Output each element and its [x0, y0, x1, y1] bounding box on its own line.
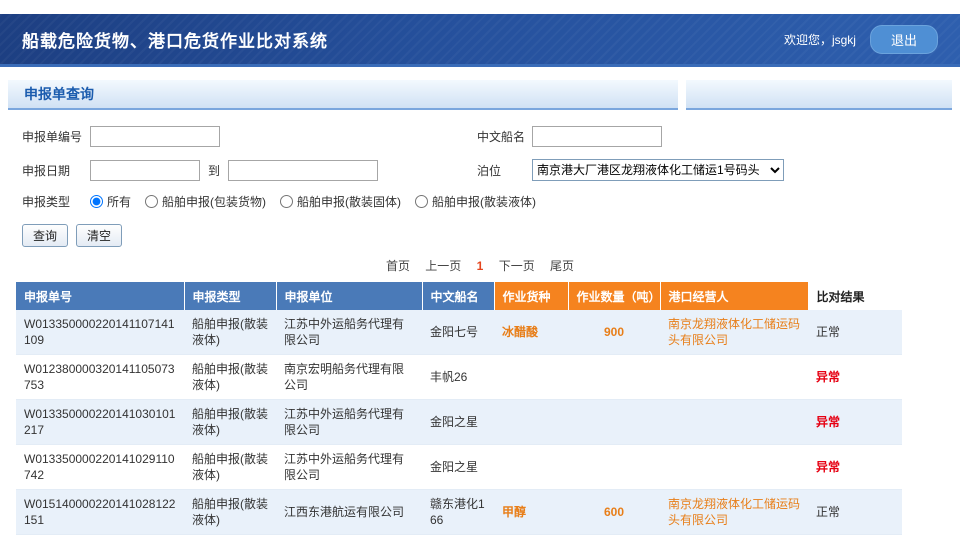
col-cargo-type: 作业货种 — [494, 282, 568, 310]
cell-declare-unit: 江苏中外运船务代理有限公司 — [276, 310, 422, 355]
date-to-label: 到 — [208, 162, 220, 179]
cell-cargo-type — [494, 355, 568, 400]
table-row[interactable]: W012380000320141105073753 船舶申报(散装液体) 南京宏… — [16, 355, 902, 400]
cell-cargo-type: 冰醋酸 — [494, 310, 568, 355]
cell-declare-unit: 南京宏明船务代理有限公司 — [276, 355, 422, 400]
page-last[interactable]: 尾页 — [550, 259, 574, 273]
cell-compare-result: 异常 — [808, 355, 902, 400]
cell-declaration-no: W015140000220141028122151 — [16, 490, 184, 535]
cell-declare-unit: 江苏中外运船务代理有限公司 — [276, 445, 422, 490]
declare-type-radio-group: 所有 船舶申报(包装货物) 船舶申报(散装固体) 船舶申报(散装液体) — [90, 193, 536, 210]
radio-type-bulk-liquid-input[interactable] — [415, 195, 428, 208]
col-ship-name: 中文船名 — [422, 282, 494, 310]
col-declare-unit: 申报单位 — [276, 282, 422, 310]
search-button[interactable]: 查询 — [22, 224, 68, 247]
cell-ship-name: 丰帆26 — [422, 355, 494, 400]
table-row[interactable]: W013350000220141107141109 船舶申报(散装液体) 江苏中… — [16, 310, 902, 355]
cell-declare-unit: 江西东港航运有限公司 — [276, 490, 422, 535]
radio-type-bulk-liquid-label: 船舶申报(散装液体) — [432, 193, 536, 210]
radio-type-bulk-solid-input[interactable] — [280, 195, 293, 208]
col-declaration-no: 申报单号 — [16, 282, 184, 310]
cell-declare-type: 船舶申报(散装液体) — [184, 490, 276, 535]
cell-declare-type: 船舶申报(散装液体) — [184, 355, 276, 400]
query-form: 申报单编号 中文船名 申报日期 到 泊位 南京港大厂港区龙翔液体化工储运1号码头… — [0, 110, 960, 247]
clear-button[interactable]: 清空 — [76, 224, 122, 247]
cell-port-operator — [660, 355, 808, 400]
pagination-top: 首页 上一页 1 下一页 尾页 — [0, 257, 960, 274]
radio-type-all-input[interactable] — [90, 195, 103, 208]
declaration-no-label: 申报单编号 — [22, 128, 90, 145]
cell-quantity — [568, 355, 660, 400]
cell-cargo-type — [494, 445, 568, 490]
radio-type-bulk-solid[interactable]: 船舶申报(散装固体) — [280, 193, 401, 210]
section-band-left: 申报单查询 — [8, 80, 678, 110]
ship-name-label: 中文船名 — [477, 128, 532, 145]
col-port-operator: 港口经营人 — [660, 282, 808, 310]
radio-type-packaged-label: 船舶申报(包装货物) — [162, 193, 266, 210]
cell-compare-result: 正常 — [808, 310, 902, 355]
declare-type-label: 申报类型 — [22, 193, 90, 210]
cell-declare-type: 船舶申报(散装液体) — [184, 310, 276, 355]
cell-declaration-no: W013350000220141029110742 — [16, 445, 184, 490]
page-title: 申报单查询 — [24, 84, 94, 104]
cell-ship-name: 金阳七号 — [422, 310, 494, 355]
radio-type-packaged[interactable]: 船舶申报(包装货物) — [145, 193, 266, 210]
col-compare-result: 比对结果 — [808, 282, 902, 310]
table-row[interactable]: W015140000220141028122151 船舶申报(散装液体) 江西东… — [16, 490, 902, 535]
cell-port-operator — [660, 445, 808, 490]
cell-cargo-type — [494, 400, 568, 445]
cell-cargo-type: 甲醇 — [494, 490, 568, 535]
cell-ship-name: 赣东港化166 — [422, 490, 494, 535]
section-band-right — [686, 80, 952, 110]
radio-type-all[interactable]: 所有 — [90, 193, 131, 210]
app-header: 船载危险货物、港口危货作业比对系统 欢迎您，jsgkj 退出 — [0, 14, 960, 64]
cell-declare-type: 船舶申报(散装液体) — [184, 400, 276, 445]
radio-type-all-label: 所有 — [107, 193, 131, 210]
cell-quantity — [568, 400, 660, 445]
date-to-input[interactable] — [228, 160, 378, 181]
header-divider — [0, 64, 960, 67]
col-quantity: 作业数量（吨） — [568, 282, 660, 310]
welcome-text: 欢迎您，jsgkj — [784, 31, 856, 48]
radio-type-packaged-input[interactable] — [145, 195, 158, 208]
radio-type-bulk-solid-label: 船舶申报(散装固体) — [297, 193, 401, 210]
table-row[interactable]: W013350000220141030101217 船舶申报(散装液体) 江苏中… — [16, 400, 902, 445]
declaration-no-input[interactable] — [90, 126, 220, 147]
cell-declare-unit: 江苏中外运船务代理有限公司 — [276, 400, 422, 445]
cell-declaration-no: W013350000220141030101217 — [16, 400, 184, 445]
app-title: 船载危险货物、港口危货作业比对系统 — [22, 27, 328, 52]
cell-declaration-no: W013350000220141107141109 — [16, 310, 184, 355]
logout-button[interactable]: 退出 — [870, 25, 938, 54]
cell-compare-result: 异常 — [808, 445, 902, 490]
page-first[interactable]: 首页 — [386, 259, 410, 273]
cell-quantity: 900 — [568, 310, 660, 355]
page-next[interactable]: 下一页 — [499, 259, 535, 273]
col-declare-type: 申报类型 — [184, 282, 276, 310]
cell-ship-name: 金阳之星 — [422, 400, 494, 445]
cell-quantity — [568, 445, 660, 490]
cell-ship-name: 金阳之星 — [422, 445, 494, 490]
cell-declare-type: 船舶申报(散装液体) — [184, 445, 276, 490]
cell-compare-result: 正常 — [808, 490, 902, 535]
table-row[interactable]: W013350000220141029110742 船舶申报(散装液体) 江苏中… — [16, 445, 902, 490]
header-right: 欢迎您，jsgkj 退出 — [784, 25, 938, 54]
cell-port-operator: 南京龙翔液体化工储运码头有限公司 — [660, 490, 808, 535]
section-band: 申报单查询 — [8, 80, 952, 110]
ship-name-input[interactable] — [532, 126, 662, 147]
berth-label: 泊位 — [477, 162, 532, 179]
date-label: 申报日期 — [22, 162, 90, 179]
table-header-row: 申报单号 申报类型 申报单位 中文船名 作业货种 作业数量（吨） 港口经营人 比… — [16, 282, 902, 310]
page-current[interactable]: 1 — [477, 259, 484, 273]
date-from-input[interactable] — [90, 160, 200, 181]
cell-declaration-no: W012380000320141105073753 — [16, 355, 184, 400]
cell-port-operator — [660, 400, 808, 445]
cell-compare-result: 异常 — [808, 400, 902, 445]
cell-port-operator: 南京龙翔液体化工储运码头有限公司 — [660, 310, 808, 355]
page-prev[interactable]: 上一页 — [425, 259, 461, 273]
results-table: 申报单号 申报类型 申报单位 中文船名 作业货种 作业数量（吨） 港口经营人 比… — [16, 282, 902, 535]
cell-quantity: 600 — [568, 490, 660, 535]
berth-select[interactable]: 南京港大厂港区龙翔液体化工储运1号码头 — [532, 159, 784, 181]
radio-type-bulk-liquid[interactable]: 船舶申报(散装液体) — [415, 193, 536, 210]
